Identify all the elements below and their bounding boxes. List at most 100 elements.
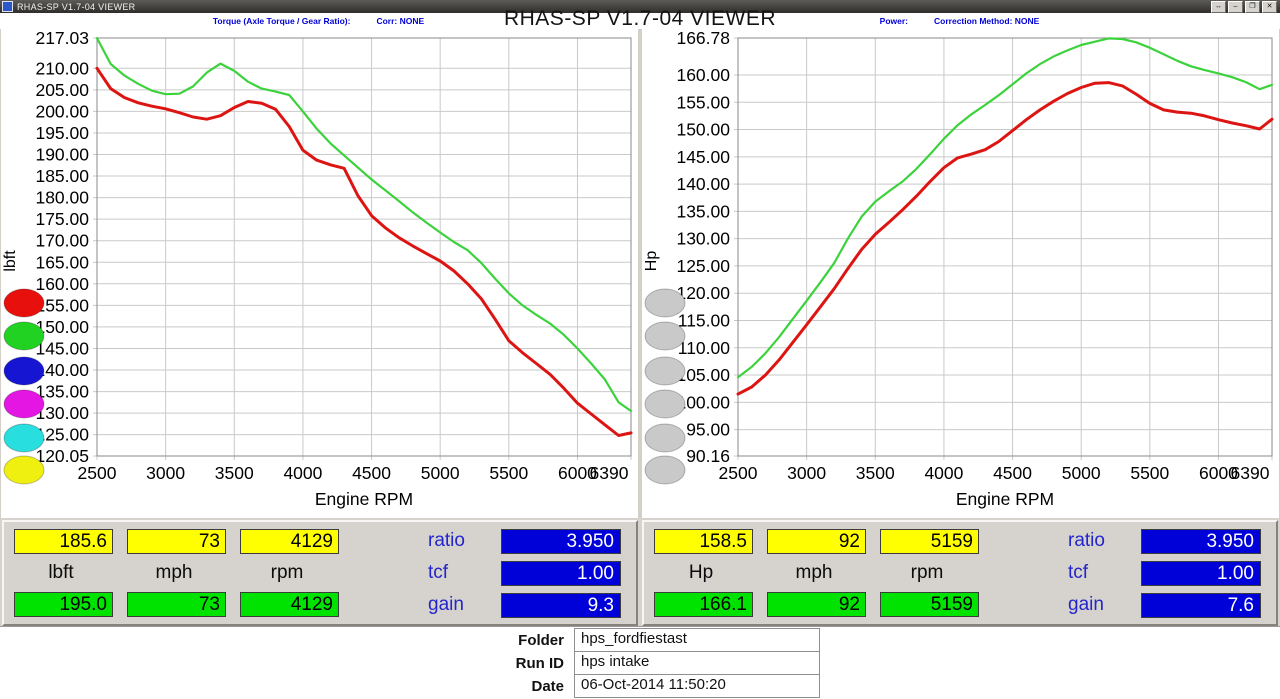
x-tick-label: 3000 (146, 463, 185, 483)
y-tick-label: 130.00 (676, 229, 730, 249)
y-tick-label: 135.00 (35, 382, 89, 402)
unit-label-rpm: rpm (238, 562, 336, 584)
y-tick-label: 110.00 (678, 338, 730, 358)
param-value-ratio[interactable]: 3.950 (501, 529, 621, 554)
param-value-tcf[interactable]: 1.00 (1141, 561, 1261, 586)
readout-yellow-value-lbft: 185.6 (14, 529, 113, 554)
param-label-ratio: ratio (428, 530, 465, 552)
readout-green-value-lbft: 195.0 (14, 592, 113, 617)
x-axis-tick-labels: 250030003500400045005000550060006390 (719, 463, 1270, 483)
run-info-label-folder: Folder (468, 632, 574, 649)
run-info-value-folder: hps_fordfiestast (574, 628, 820, 652)
y-tick-label: 217.03 (35, 29, 89, 48)
x-axis-title: Engine RPM (315, 489, 413, 509)
readout-green-value-Hp: 166.1 (654, 592, 753, 617)
y-axis-title: Hp (643, 251, 660, 272)
y-tick-label: 210.00 (35, 58, 89, 78)
plot-area[interactable] (738, 38, 1272, 456)
unit-label-Hp: Hp (652, 562, 750, 584)
torque-header-label: Torque (Axle Torque / Gear Ratio): (213, 16, 351, 26)
x-tick-label: 5000 (421, 463, 460, 483)
y-tick-label: 145.00 (676, 147, 730, 167)
y-tick-label: 205.00 (35, 80, 89, 100)
y-tick-label: 155.00 (676, 92, 730, 112)
readout-yellow-value-rpm: 4129 (240, 529, 339, 554)
readout-yellow-value-Hp: 158.5 (654, 529, 753, 554)
readout-bar: 185.6734129lbftmphrpm195.0734129ratio3.9… (0, 518, 1280, 626)
x-axis-title: Engine RPM (956, 489, 1054, 509)
y-tick-label: 180.00 (35, 188, 89, 208)
run-info-row: Date06-Oct-2014 11:50:20 (468, 675, 820, 698)
x-tick-label: 3000 (787, 463, 826, 483)
legend-oval-disabled-6[interactable] (645, 456, 685, 484)
run-info-row: Folderhps_fordfiestast (468, 629, 820, 652)
y-tick-label: 95.00 (686, 420, 730, 440)
legend-oval-disabled-4[interactable] (645, 390, 685, 418)
legend-oval-magenta[interactable] (4, 390, 44, 418)
x-tick-label: 5500 (1130, 463, 1169, 483)
x-tick-label: 4000 (924, 463, 963, 483)
unit-label-mph: mph (765, 562, 863, 584)
param-value-gain[interactable]: 9.3 (501, 593, 621, 618)
torque-correction-label: Corr: NONE (376, 16, 424, 26)
legend-oval-red[interactable] (4, 289, 44, 317)
param-label-gain: gain (428, 594, 464, 616)
param-label-gain: gain (1068, 594, 1104, 616)
run-info-value-run-id: hps intake (574, 651, 820, 675)
x-tick-label: 5000 (1062, 463, 1101, 483)
legend-oval-yellow[interactable] (4, 456, 44, 484)
run-info-label-date: Date (468, 678, 574, 695)
x-tick-label: 4500 (993, 463, 1032, 483)
readout-yellow-value-mph: 73 (127, 529, 226, 554)
y-tick-label: 200.00 (35, 101, 89, 121)
run-info-row: Run IDhps intake (468, 652, 820, 675)
run-info-label-run-id: Run ID (468, 655, 574, 672)
y-tick-label: 165.00 (35, 252, 89, 272)
readout-green-value-mph: 92 (767, 592, 866, 617)
footer: HPS PERFORMANCE PRODUCTS Folderhps_fordf… (0, 626, 1280, 699)
readout-yellow-value-mph: 92 (767, 529, 866, 554)
legend-oval-disabled-3[interactable] (645, 357, 685, 385)
y-tick-label: 140.00 (676, 174, 730, 194)
power-chart-panel: 166.78160.00155.00150.00145.00140.00135.… (642, 29, 1279, 518)
power-chart-header: Power:Correction Method: NONE (641, 16, 1278, 26)
y-tick-label: 135.00 (676, 201, 730, 221)
y-tick-label: 175.00 (35, 209, 89, 229)
y-tick-label: 160.00 (676, 65, 730, 85)
readout-yellow-value-rpm: 5159 (880, 529, 979, 554)
run-info-table: Folderhps_fordfiestastRun IDhps intakeDa… (468, 629, 820, 698)
y-tick-label: 190.00 (35, 145, 89, 165)
legend-oval-disabled-5[interactable] (645, 424, 685, 452)
y-tick-label: 160.00 (35, 274, 89, 294)
power-correction-label: Correction Method: NONE (934, 16, 1039, 26)
x-tick-label: 6390 (1231, 463, 1270, 483)
legend-oval-cyan[interactable] (4, 424, 44, 452)
x-tick-label: 6390 (590, 463, 629, 483)
y-axis-title: lbft (2, 250, 19, 272)
param-value-gain[interactable]: 7.6 (1141, 593, 1261, 618)
y-tick-label: 150.00 (676, 120, 730, 140)
y-tick-label: 185.00 (35, 166, 89, 186)
y-tick-label: 125.00 (676, 256, 730, 276)
plot-area[interactable] (97, 38, 631, 456)
x-tick-label: 5500 (489, 463, 528, 483)
param-value-tcf[interactable]: 1.00 (501, 561, 621, 586)
param-label-tcf: tcf (428, 562, 448, 584)
power-chart: 166.78160.00155.00150.00145.00140.00135.… (642, 29, 1279, 518)
x-tick-label: 4500 (352, 463, 391, 483)
param-value-ratio[interactable]: 3.950 (1141, 529, 1261, 554)
legend-oval-green[interactable] (4, 322, 44, 350)
readout-green-value-rpm: 4129 (240, 592, 339, 617)
run-info-value-date: 06-Oct-2014 11:50:20 (574, 674, 820, 698)
legend-oval-blue[interactable] (4, 357, 44, 385)
y-tick-label: 170.00 (35, 231, 89, 251)
readout-green-value-mph: 73 (127, 592, 226, 617)
param-label-ratio: ratio (1068, 530, 1105, 552)
legend-oval-disabled-1[interactable] (645, 289, 685, 317)
x-tick-label: 4000 (283, 463, 322, 483)
y-tick-label: 195.00 (35, 123, 89, 143)
power-readout-panel: 158.5925159Hpmphrpm166.1925159ratio3.950… (642, 520, 1278, 626)
torque-readout-panel: 185.6734129lbftmphrpm195.0734129ratio3.9… (2, 520, 638, 626)
legend-oval-disabled-2[interactable] (645, 322, 685, 350)
y-tick-label: 115.00 (678, 310, 730, 330)
